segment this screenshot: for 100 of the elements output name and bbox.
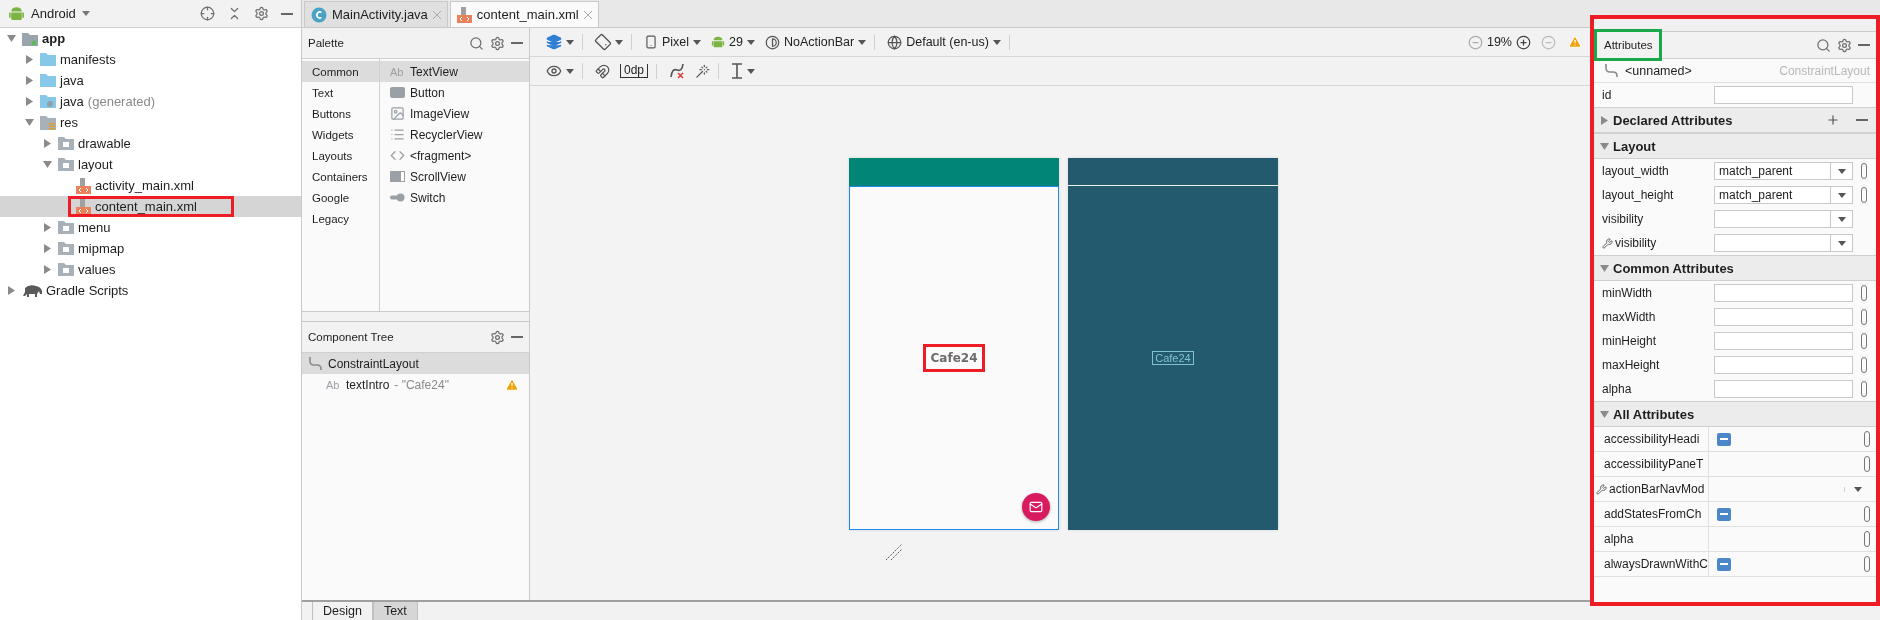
toolbar-dropdown[interactable]: NoActionBar bbox=[765, 34, 867, 50]
tree-item[interactable]: Gradle Scripts bbox=[0, 280, 301, 301]
input-field[interactable] bbox=[1714, 86, 1853, 104]
section-header[interactable]: All Attributes bbox=[1594, 401, 1876, 427]
resource-button[interactable] bbox=[1861, 309, 1867, 325]
zoom-in-icon bbox=[1516, 34, 1531, 50]
palette-category[interactable]: Google bbox=[302, 187, 379, 208]
toolbar-dropdown[interactable]: Default (en-us) bbox=[887, 34, 1001, 50]
tree-item[interactable]: manifests bbox=[0, 49, 301, 70]
palette-category[interactable]: Widgets bbox=[302, 124, 379, 145]
toolbar-button[interactable] bbox=[595, 63, 610, 79]
component-tree-item[interactable]: Ab textIntro - "Cafe24" bbox=[302, 374, 529, 395]
toolbar-button[interactable] bbox=[731, 63, 756, 79]
package-folder-icon bbox=[58, 263, 74, 276]
project-view-selector[interactable]: Android bbox=[31, 6, 76, 21]
android-icon bbox=[8, 5, 25, 22]
tree-item[interactable]: java (generated) bbox=[0, 91, 301, 112]
toolbar-dropdown[interactable]: 0dp bbox=[620, 64, 649, 78]
dropdown-field[interactable]: match_parent bbox=[1714, 186, 1853, 204]
magic-wand-icon bbox=[695, 63, 711, 79]
tree-item[interactable]: res bbox=[0, 112, 301, 133]
input-field[interactable] bbox=[1714, 380, 1853, 398]
input-field[interactable] bbox=[1714, 308, 1853, 326]
panel-title: Attributes bbox=[1604, 39, 1653, 51]
caret-icon bbox=[858, 39, 867, 45]
palette-item[interactable]: Ab TextView bbox=[380, 61, 529, 82]
tree-item[interactable]: app bbox=[0, 28, 301, 49]
editor-tab[interactable]: MainActivity.java bbox=[304, 1, 448, 27]
flag-toggle[interactable] bbox=[1717, 432, 1731, 446]
palette-category[interactable]: Legacy bbox=[302, 208, 379, 229]
toolbar-button[interactable] bbox=[595, 34, 623, 50]
text-view[interactable]: Cafe24 bbox=[930, 351, 978, 365]
toolbar-button[interactable] bbox=[695, 63, 711, 79]
editor-mode-tab[interactable]: Text bbox=[372, 602, 418, 620]
flag-toggle[interactable] bbox=[1717, 507, 1731, 521]
input-field[interactable] bbox=[1714, 356, 1853, 374]
editor-mode-tab[interactable]: Design bbox=[312, 602, 373, 620]
tree-item[interactable]: mipmap bbox=[0, 238, 301, 259]
attribute-label: layout_width bbox=[1602, 164, 1670, 178]
toolbar-dropdown[interactable]: Pixel bbox=[644, 35, 702, 49]
resource-button[interactable] bbox=[1861, 333, 1867, 349]
input-field[interactable] bbox=[1714, 284, 1853, 302]
tree-item[interactable]: layout bbox=[0, 154, 301, 175]
resource-button[interactable] bbox=[1864, 431, 1870, 447]
resource-button[interactable] bbox=[1861, 163, 1867, 179]
toolbar-button[interactable] bbox=[546, 34, 574, 50]
resource-button[interactable] bbox=[1864, 556, 1870, 572]
search-icon bbox=[469, 35, 484, 51]
dropdown-field[interactable]: match_parent bbox=[1714, 162, 1853, 180]
attribute-label: visibility bbox=[1602, 212, 1645, 226]
dropdown-field[interactable] bbox=[1714, 210, 1853, 228]
palette-category[interactable]: Buttons bbox=[302, 103, 379, 124]
resource-button[interactable] bbox=[1864, 506, 1870, 522]
section-header[interactable]: Common Attributes bbox=[1594, 255, 1876, 281]
caret-icon bbox=[693, 39, 702, 45]
palette-category[interactable]: Text bbox=[302, 82, 379, 103]
toolbar-dropdown[interactable]: 29 bbox=[711, 35, 755, 49]
close-icon bbox=[432, 10, 441, 19]
attribute-label: maxHeight bbox=[1602, 358, 1661, 372]
minimize-icon bbox=[1858, 44, 1870, 46]
text-view[interactable]: Cafe24 bbox=[1152, 351, 1194, 365]
resource-button[interactable] bbox=[1864, 531, 1870, 547]
resource-button[interactable] bbox=[1861, 187, 1867, 203]
palette-item[interactable]: Button bbox=[380, 82, 529, 103]
section-header[interactable]: Declared Attributes bbox=[1594, 107, 1876, 133]
flag-toggle[interactable] bbox=[1717, 557, 1731, 571]
resource-button[interactable] bbox=[1861, 285, 1867, 301]
palette-item[interactable]: <fragment> bbox=[380, 145, 529, 166]
resource-button[interactable] bbox=[1861, 381, 1867, 397]
palette-category[interactable]: Layouts bbox=[302, 145, 379, 166]
tree-item[interactable]: menu bbox=[0, 217, 301, 238]
resource-button[interactable] bbox=[1861, 357, 1867, 373]
caret-icon bbox=[566, 68, 574, 74]
component-tree-item[interactable]: ConstraintLayout bbox=[302, 353, 529, 374]
toolbar-button[interactable] bbox=[669, 63, 686, 79]
resource-button[interactable] bbox=[1864, 456, 1870, 472]
attribute-label: id bbox=[1602, 88, 1613, 102]
palette-item[interactable]: ImageView bbox=[380, 103, 529, 124]
dropdown-field[interactable] bbox=[1714, 234, 1853, 252]
package-folder-icon bbox=[58, 242, 74, 255]
tree-item[interactable]: values bbox=[0, 259, 301, 280]
palette-item[interactable]: ScrollView bbox=[380, 166, 529, 187]
tree-item[interactable]: drawable bbox=[0, 133, 301, 154]
editor-tab[interactable]: content_main.xml bbox=[449, 1, 599, 27]
attribute-label: maxWidth bbox=[1602, 310, 1657, 324]
palette-category[interactable]: Common bbox=[302, 61, 379, 82]
palette-category[interactable]: Containers bbox=[302, 166, 379, 187]
palette-item[interactable]: RecyclerView bbox=[380, 124, 529, 145]
input-field[interactable] bbox=[1714, 332, 1853, 350]
floating-action-button[interactable] bbox=[1022, 493, 1050, 521]
tree-item[interactable]: java bbox=[0, 70, 301, 91]
section-header[interactable]: Layout bbox=[1594, 133, 1876, 159]
search-icon bbox=[1816, 37, 1831, 53]
tree-item[interactable]: activity_main.xml bbox=[0, 175, 301, 196]
caret-icon bbox=[566, 39, 574, 45]
toolbar-button[interactable] bbox=[546, 63, 574, 79]
palette-item[interactable]: Switch bbox=[380, 187, 529, 208]
minimize-icon bbox=[281, 12, 293, 15]
attribute-label: accessibilityPaneT bbox=[1594, 452, 1709, 476]
text-icon: Ab bbox=[390, 65, 405, 78]
